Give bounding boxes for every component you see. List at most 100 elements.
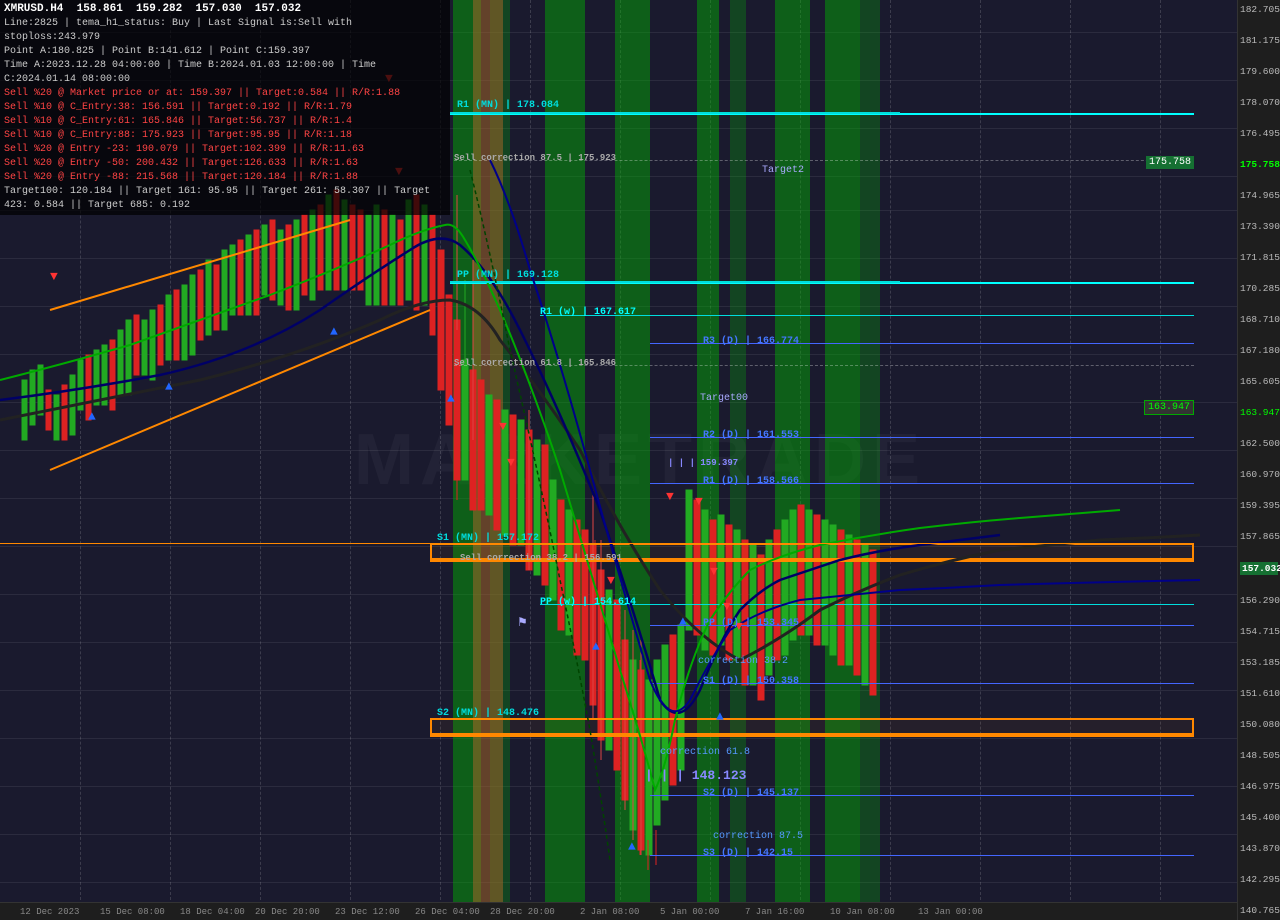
chart-area: XMRUSD.H4 158.861 159.282 157.030 157.03… [0, 0, 1237, 920]
grid-v [530, 0, 531, 920]
time-label-7: 28 Dec 20:00 [490, 907, 555, 917]
time-label-9: 5 Jan 00:00 [660, 907, 719, 917]
chart-title: XMRUSD.H4 158.861 159.282 157.030 157.03… [4, 2, 446, 17]
price-173: 173.390 [1240, 221, 1278, 232]
time-label-5: 23 Dec 12:00 [335, 907, 400, 917]
info-line-7: Sell %10 @ C_Entry:88: 175.923 || Target… [4, 129, 446, 143]
time-label-3: 18 Dec 04:00 [180, 907, 245, 917]
s2-mn-box [430, 718, 1194, 735]
svg-text:▲: ▲ [679, 614, 687, 629]
time-label-11: 10 Jan 08:00 [830, 907, 895, 917]
price-current: 157.032 [1240, 562, 1278, 575]
info-line-8: Sell %20 @ Entry -23: 190.079 || Target:… [4, 143, 446, 157]
time-label-1: 12 Dec 2023 [20, 907, 79, 917]
grid-v [980, 0, 981, 920]
correction-382-label: correction 38.2 [698, 656, 788, 667]
price-175: 175.758 [1240, 159, 1278, 170]
green-zone-6 [730, 0, 746, 902]
info-line-9: Sell %20 @ Entry -50: 200.432 || Target:… [4, 157, 446, 171]
info-line-4: Sell %20 @ Market price or at: 159.397 |… [4, 87, 446, 101]
target-price-tag: 175.758 [1146, 156, 1194, 169]
price-165: 165.605 [1240, 376, 1278, 387]
r1-mn-label: R1 (MN) | 178.084 [457, 100, 559, 111]
price-156: 156.290 [1240, 595, 1278, 606]
brown-zone [473, 0, 503, 902]
pp-w-label: PP (w) | 154.614 [540, 597, 636, 608]
time-label-10: 7 Jan 16:00 [745, 907, 804, 917]
s2-mn-line-bot [430, 735, 1194, 737]
svg-text:▼: ▼ [50, 269, 58, 284]
green-zone-5 [697, 0, 719, 902]
target2-label: Target2 [762, 165, 804, 176]
price-143: 143.870 [1240, 843, 1278, 854]
time-label-12: 13 Jan 00:00 [918, 907, 983, 917]
price-179: 179.600 [1240, 66, 1278, 77]
green-zone-8 [825, 0, 860, 902]
info-line-10: Sell %20 @ Entry -88: 215.568 || Target:… [4, 171, 446, 185]
green-zone-7 [775, 0, 810, 902]
info-line-11: Target100: 120.184 || Target 161: 95.95 … [4, 185, 446, 213]
info-line-3: Time A:2023.12.28 04:00:00 | Time B:2024… [4, 59, 446, 87]
current-price-bar [0, 543, 1194, 544]
svg-text:▼: ▼ [666, 489, 674, 504]
price-140: 140.765 [1240, 905, 1278, 916]
sell-correction-618-label: Sell correction 61.8 | 165.846 [454, 358, 616, 368]
svg-text:▼: ▼ [607, 573, 615, 588]
correction-618-label: correction 61.8 [660, 747, 750, 758]
s1-d-label: S1 (D) | 150.358 [703, 676, 799, 687]
info-line-2: Point A:180.825 | Point B:141.612 | Poin… [4, 45, 446, 59]
green-zone-3 [615, 0, 650, 902]
price-148: 148.505 [1240, 750, 1278, 761]
s3-d-label: S3 (D) | 142.15 [703, 848, 793, 859]
price-scale: 182.705 181.175 179.600 178.070 176.495 … [1237, 0, 1280, 920]
r2-d-label: R2 (D) | 161.553 [703, 430, 799, 441]
price-167: 167.180 [1240, 345, 1278, 356]
price-160: 160.970 [1240, 469, 1278, 480]
price-171: 171.815 [1240, 252, 1278, 263]
price-151: 151.610 [1240, 688, 1278, 699]
price-164: 163.947 [1240, 407, 1278, 418]
r1-w-line [540, 315, 1194, 316]
price-162: 162.500 [1240, 438, 1278, 449]
price-142: 142.295 [1240, 874, 1278, 885]
time-label-2: 15 Dec 08:00 [100, 907, 165, 917]
svg-text:▲: ▲ [88, 409, 96, 424]
price-168: 168.710 [1240, 314, 1278, 325]
price-153: 153.185 [1240, 657, 1278, 668]
r3-d-label: R3 (D) | 166.774 [703, 336, 799, 347]
svg-text:▲: ▲ [330, 324, 338, 339]
info-panel: XMRUSD.H4 158.861 159.282 157.030 157.03… [0, 0, 450, 215]
green-zone-2 [545, 0, 585, 902]
pp-mn-label: PP (MN) | 169.128 [457, 270, 559, 281]
green-zone-9 [860, 0, 880, 902]
price-150: 150.080 [1240, 719, 1278, 730]
price-182: 182.705 [1240, 4, 1278, 15]
support-price-tag: 163.947 [1144, 400, 1194, 415]
r1-mn-line [450, 113, 1194, 115]
target00-label: Target00 [700, 393, 748, 404]
grid-v [890, 0, 891, 920]
price-145: 145.400 [1240, 812, 1278, 823]
sell-correction-382-label: Sell correction 38.2 | 156.591 [460, 553, 622, 563]
time-label-4: 20 Dec 20:00 [255, 907, 320, 917]
info-line-1: Line:2825 | tema_h1_status: Buy | Last S… [4, 17, 446, 45]
sell-correction-875-label: Sell correction 87.5 | 175.923 [454, 153, 616, 163]
price-170: 170.285 [1240, 283, 1278, 294]
info-line-5: Sell %10 @ C_Entry:38: 156.591 || Target… [4, 101, 446, 115]
correction-875-label: correction 87.5 [713, 831, 803, 842]
s2-mn-label: S2 (MN) | 148.476 [437, 708, 539, 719]
pp-w-line [540, 604, 1194, 605]
time-label-8: 2 Jan 08:00 [580, 907, 639, 917]
target-148-label: | | | 148.123 [645, 768, 746, 783]
price-176: 176.495 [1240, 128, 1278, 139]
price-159: 159.395 [1240, 500, 1278, 511]
price-157: 157.865 [1240, 531, 1278, 542]
info-line-6: Sell %10 @ C_Entry:61: 165.846 || Target… [4, 115, 446, 129]
price-181: 181.175 [1240, 35, 1278, 46]
price-178: 178.070 [1240, 97, 1278, 108]
time-label-6: 26 Dec 04:00 [415, 907, 480, 917]
grid-v [1160, 0, 1161, 920]
price-174: 174.965 [1240, 190, 1278, 201]
svg-text:▲: ▲ [165, 379, 173, 394]
pp-mn-line [450, 282, 1194, 284]
